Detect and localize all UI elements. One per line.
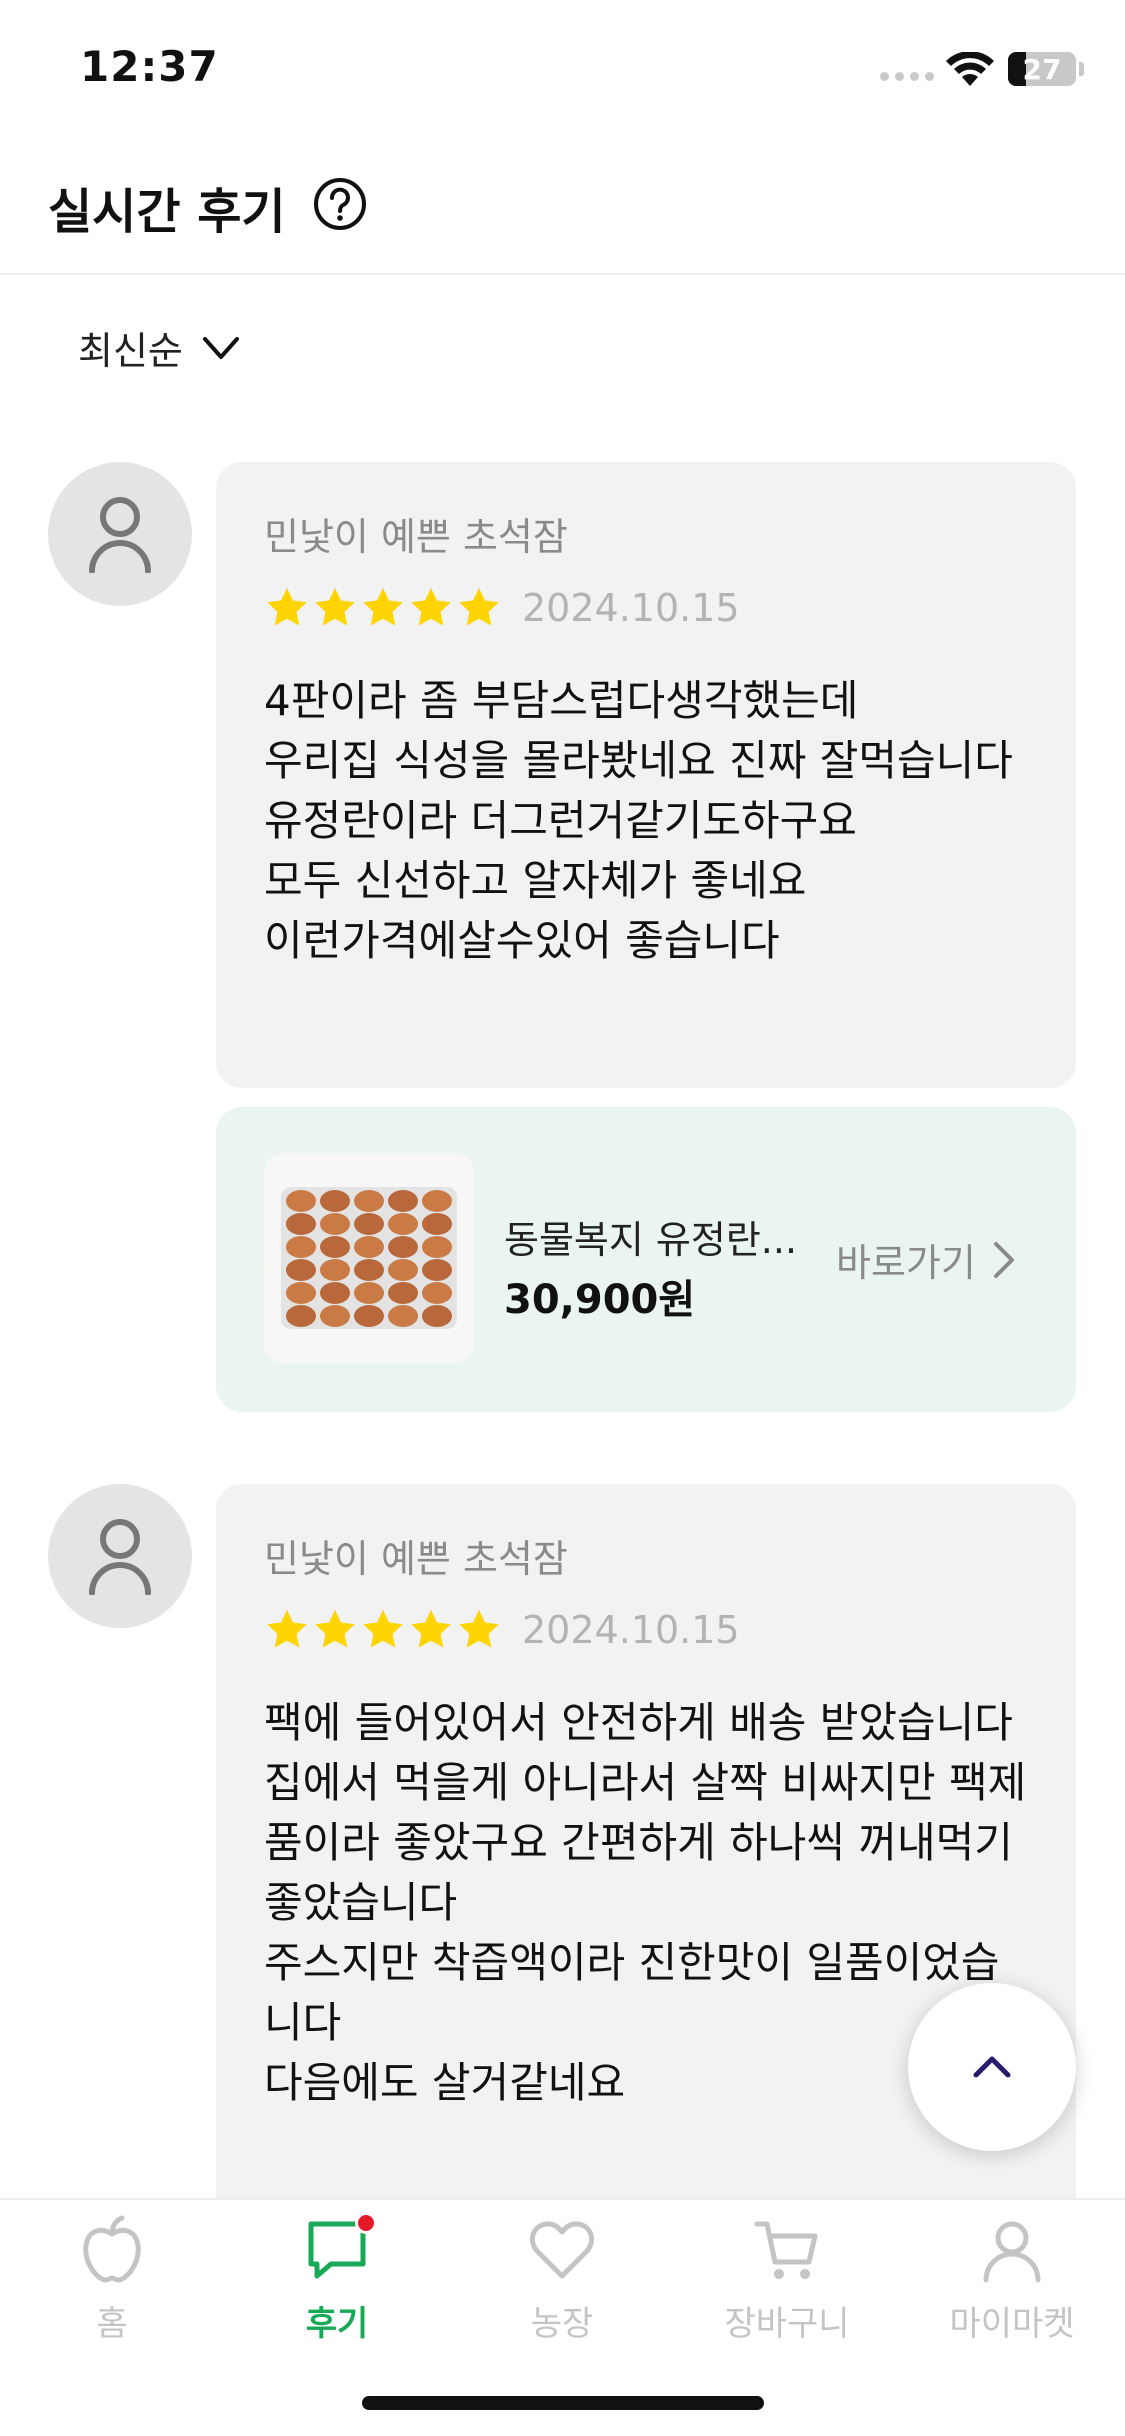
heart-icon	[529, 2221, 595, 2279]
star-icon	[363, 587, 403, 626]
sort-dropdown[interactable]: 최신순	[78, 320, 241, 375]
scroll-top-button[interactable]	[908, 1983, 1076, 2151]
product-price: 30,900원	[504, 1277, 696, 1323]
egg	[354, 1190, 384, 1212]
tab-reviews[interactable]: 후기	[237, 2212, 437, 2354]
chevron-down-icon	[202, 336, 239, 359]
reviewer-name: 민낯이 예쁜 초석잠	[264, 1537, 568, 1581]
egg	[286, 1213, 316, 1235]
egg	[388, 1259, 418, 1281]
goto-link[interactable]: 바로가기	[836, 1232, 1016, 1287]
avatar	[48, 1484, 192, 1628]
page-header: 실시간 후기	[0, 150, 1125, 275]
tab-home[interactable]: 홈	[12, 2214, 212, 2354]
egg	[422, 1282, 452, 1304]
review-date: 2024.10.15	[522, 586, 740, 630]
egg	[422, 1236, 452, 1258]
egg	[422, 1213, 452, 1235]
egg	[286, 1190, 316, 1212]
egg	[354, 1213, 384, 1235]
question-circle-icon[interactable]	[312, 176, 368, 232]
product-link-card[interactable]: 동물복지 유정란... 30,900원 바로가기	[216, 1107, 1076, 1412]
person-icon	[983, 2221, 1041, 2283]
star-rating	[264, 585, 502, 631]
cart-icon	[754, 2221, 818, 2279]
apple-icon	[83, 2215, 141, 2283]
rating-row: 2024.10.15	[264, 585, 1028, 631]
egg-tray-image	[281, 1187, 457, 1329]
review-card: 민낯이 예쁜 초석잠 2024.10.15 4판이라 좀 부담스럽다생각했는데 …	[216, 462, 1076, 1088]
page-title: 실시간 후기	[48, 184, 286, 240]
egg	[422, 1259, 452, 1281]
cellular-signal-icon	[880, 72, 934, 81]
star-icon	[411, 587, 451, 626]
tab-mymarket[interactable]: 마이마켓	[912, 2214, 1112, 2354]
wifi-icon	[946, 52, 994, 86]
battery-level: 27	[1022, 52, 1062, 86]
reviewer-name: 민낯이 예쁜 초석잠	[264, 515, 568, 559]
product-name: 동물복지 유정란...	[504, 1218, 798, 1262]
egg	[354, 1236, 384, 1258]
star-icon	[411, 1609, 451, 1648]
status-time: 12:37	[80, 42, 219, 91]
egg	[354, 1305, 384, 1327]
egg	[286, 1236, 316, 1258]
star-icon	[315, 587, 355, 626]
egg	[320, 1190, 350, 1212]
person-icon	[89, 497, 151, 573]
tab-label: 장바구니	[724, 2304, 850, 2344]
egg	[354, 1259, 384, 1281]
egg	[286, 1282, 316, 1304]
egg	[286, 1259, 316, 1281]
rating-row: 2024.10.15	[264, 1607, 1028, 1653]
review-date: 2024.10.15	[522, 1608, 740, 1652]
egg	[320, 1213, 350, 1235]
tab-label: 홈	[96, 2304, 128, 2344]
tab-label: 마이마켓	[949, 2304, 1075, 2344]
star-rating	[264, 1607, 502, 1653]
chat-bubble-icon	[301, 2212, 377, 2286]
egg	[354, 1282, 384, 1304]
egg	[388, 1213, 418, 1235]
egg	[422, 1190, 452, 1212]
avatar	[48, 462, 192, 606]
review-text: 4판이라 좀 부담스럽다생각했는데 우리집 식성을 몰라봤네요 진짜 잘먹습니다…	[264, 676, 1013, 965]
star-icon	[459, 1609, 499, 1648]
notification-dot	[355, 2212, 377, 2234]
tab-label: 후기	[305, 2304, 369, 2344]
egg	[320, 1282, 350, 1304]
sort-label: 최신순	[78, 329, 183, 373]
person-icon	[89, 1519, 151, 1595]
egg	[422, 1305, 452, 1327]
egg	[286, 1305, 316, 1327]
egg	[388, 1282, 418, 1304]
home-indicator	[362, 2396, 764, 2410]
star-icon	[363, 1609, 403, 1648]
status-bar: 12:37 27	[0, 0, 1125, 130]
tab-label: 농장	[530, 2304, 594, 2344]
product-image	[264, 1153, 474, 1363]
goto-label: 바로가기	[836, 1241, 976, 1285]
chevron-up-icon	[973, 2056, 1011, 2078]
egg	[388, 1305, 418, 1327]
tab-farm[interactable]: 농장	[462, 2214, 662, 2354]
star-icon	[267, 587, 307, 626]
star-icon	[459, 587, 499, 626]
egg	[320, 1259, 350, 1281]
chevron-right-icon	[993, 1241, 1014, 1278]
battery-icon: 27	[1008, 52, 1076, 86]
tab-cart[interactable]: 장바구니	[687, 2214, 887, 2354]
egg	[388, 1190, 418, 1212]
star-icon	[267, 1609, 307, 1648]
egg	[320, 1236, 350, 1258]
egg	[320, 1305, 350, 1327]
star-icon	[315, 1609, 355, 1648]
egg	[388, 1236, 418, 1258]
